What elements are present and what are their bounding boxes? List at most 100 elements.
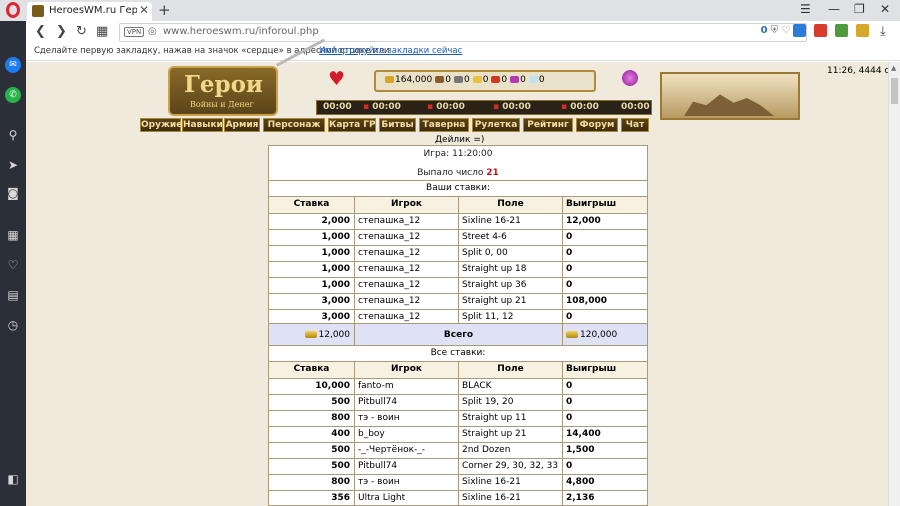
- download-icon[interactable]: ⤓: [880, 24, 886, 39]
- heart-icon[interactable]: ♡: [5, 257, 21, 273]
- player-link[interactable]: Pitbull74: [355, 395, 459, 410]
- menu-item-rating[interactable]: Рейтинг: [523, 118, 573, 132]
- forward-icon[interactable]: ❯: [56, 24, 67, 39]
- back-icon[interactable]: ❮: [35, 24, 46, 39]
- tab-heroeswm[interactable]: HeroesWM.ru Герои войн ✕: [27, 2, 152, 21]
- player-link[interactable]: Pitbull74: [355, 459, 459, 474]
- resource-count: 0: [538, 75, 545, 85]
- total-win: 120,000: [563, 324, 647, 346]
- messenger-icon[interactable]: ✉: [5, 57, 21, 73]
- table-cell: степашка_12: [355, 230, 459, 245]
- dealer-name[interactable]: Дейлик =): [435, 135, 484, 145]
- menu-item-army[interactable]: Армия: [224, 118, 260, 132]
- player-link[interactable]: тэ - воин: [355, 475, 459, 490]
- close-window-icon[interactable]: ✕: [880, 2, 890, 16]
- timer: 00:00: [323, 102, 352, 112]
- resource-count: 0: [520, 75, 526, 85]
- player-link[interactable]: -_-Чертёнок-_-: [355, 443, 459, 458]
- player-link[interactable]: Ultra Light: [355, 491, 459, 505]
- game-logo[interactable]: Герои Войны и Денег: [168, 66, 278, 116]
- url-text[interactable]: www.heroeswm.ru/inforoul.php: [163, 26, 319, 37]
- camera-icon[interactable]: ◙: [5, 185, 21, 201]
- col-field: Поле: [459, 197, 563, 213]
- news-icon[interactable]: ▤: [5, 287, 21, 303]
- player-link[interactable]: fanto-m: [355, 379, 459, 394]
- resource-count: 0: [482, 75, 489, 85]
- table-cell: Straight up 11: [459, 411, 563, 426]
- tab-close-icon[interactable]: ✕: [139, 3, 149, 17]
- resource-list: 164,000 0 0 0 0 0 0: [382, 75, 545, 85]
- menu-item-map[interactable]: Карта ГР: [328, 118, 376, 132]
- minimize-icon[interactable]: —: [828, 2, 840, 16]
- result-number: 21: [486, 168, 499, 178]
- menu-item-tavern[interactable]: Таверна: [419, 118, 469, 132]
- new-tab-button[interactable]: +: [158, 1, 171, 19]
- history-icon[interactable]: ◷: [5, 317, 21, 333]
- col-win: Выигрыш: [566, 364, 617, 374]
- total-stake: 12,000: [269, 324, 355, 346]
- gold-icon: [304, 331, 317, 338]
- table-cell: 12,000: [566, 216, 601, 226]
- scroll-thumb[interactable]: [891, 78, 898, 104]
- your-bets-title: Ваши ставки:: [269, 180, 647, 196]
- table-cell: 1,000: [269, 262, 355, 277]
- table-cell: 0: [566, 264, 573, 274]
- gold-icon: [566, 331, 578, 338]
- table-row: 500 Pitbull74 Corner 29, 30, 32, 33 0: [269, 458, 647, 474]
- search-icon[interactable]: ⚲: [5, 127, 21, 143]
- table-row: 356 Ultra Light Sixline 16-21 2,136: [269, 490, 647, 505]
- extension-icon[interactable]: [814, 24, 827, 37]
- table-row: 400 b_boy Straight up 21 14,400: [269, 426, 647, 442]
- resource-count: 0: [445, 75, 451, 85]
- table-cell: 2,000: [269, 214, 355, 229]
- reload-icon[interactable]: ↻: [76, 24, 87, 39]
- col-stake: Ставка: [269, 197, 355, 213]
- table-cell: 1,500: [566, 445, 595, 455]
- table-cell: степашка_12: [355, 294, 459, 309]
- maximize-icon[interactable]: ❐: [854, 2, 865, 16]
- logo-subtitle: Войны и Денег: [190, 100, 254, 109]
- menu-item-skills[interactable]: Навыки: [182, 118, 223, 132]
- menu-item-weapons[interactable]: Оружие: [140, 118, 182, 132]
- table-cell: 800: [269, 411, 355, 426]
- resource-count: 0: [463, 75, 470, 85]
- mana-orb-icon[interactable]: [622, 70, 638, 86]
- import-bookmarks-link[interactable]: Импортируйте закладки сейчас: [319, 46, 462, 56]
- menu-item-forum[interactable]: Форум: [576, 118, 618, 132]
- table-cell: Sixline 16-21: [459, 491, 563, 505]
- sidebar-toggle-icon[interactable]: ◧: [5, 471, 21, 487]
- speed-dial-icon[interactable]: ▦: [5, 227, 21, 243]
- table-cell: 2nd Dozen: [459, 443, 563, 458]
- menu-item-roulette[interactable]: Рулетка: [472, 118, 520, 132]
- col-field: Поле: [459, 362, 563, 378]
- whatsapp-icon[interactable]: ✆: [5, 87, 21, 103]
- menu-item-chat[interactable]: Чат: [621, 118, 649, 132]
- timer: ▪ 00:00: [427, 102, 465, 112]
- table-row: 3,000 степашка_12 Straight up 21 108,000: [269, 293, 647, 309]
- browser-sidebar: ✉ ✆ ⚲ ➤ ◙ ▦ ♡ ▤ ◷ ◧: [0, 21, 26, 506]
- url-field[interactable]: VPN ◎ www.heroeswm.ru/inforoul.php 0 ⛨ ♡…: [119, 23, 807, 42]
- extension-icon[interactable]: [835, 24, 848, 37]
- table-cell: 0: [566, 248, 573, 258]
- castle-silhouette: [684, 94, 774, 116]
- timer: ▪ 00:00: [561, 102, 599, 112]
- opera-logo-icon[interactable]: [6, 2, 20, 18]
- scroll-up-icon[interactable]: ▲: [891, 64, 896, 72]
- blocked-count: 0: [760, 25, 768, 36]
- tabs-grid-icon[interactable]: ▦: [96, 24, 108, 39]
- bookmark-heart-icon[interactable]: ♡: [781, 25, 790, 36]
- vpn-badge[interactable]: VPN: [124, 27, 145, 37]
- menu-item-battles[interactable]: Битвы: [379, 118, 416, 132]
- tab-menu-icon[interactable]: ☰: [800, 2, 811, 16]
- health-heart-icon[interactable]: ♥: [328, 68, 345, 90]
- table-row: 800 тэ - воин Straight up 11 0: [269, 410, 647, 426]
- player-link[interactable]: b_boy: [355, 427, 459, 442]
- menu-item-character[interactable]: Персонаж: [263, 118, 325, 132]
- send-icon[interactable]: ➤: [5, 157, 21, 173]
- extension-icon[interactable]: [856, 24, 869, 37]
- shield-icon[interactable]: ⛨: [771, 25, 779, 36]
- total-row: 12,000 Всего 120,000: [269, 323, 647, 346]
- vk-extension-icon[interactable]: [793, 24, 806, 37]
- player-link[interactable]: тэ - воин: [355, 411, 459, 426]
- page-scrollbar[interactable]: ▲: [888, 62, 900, 506]
